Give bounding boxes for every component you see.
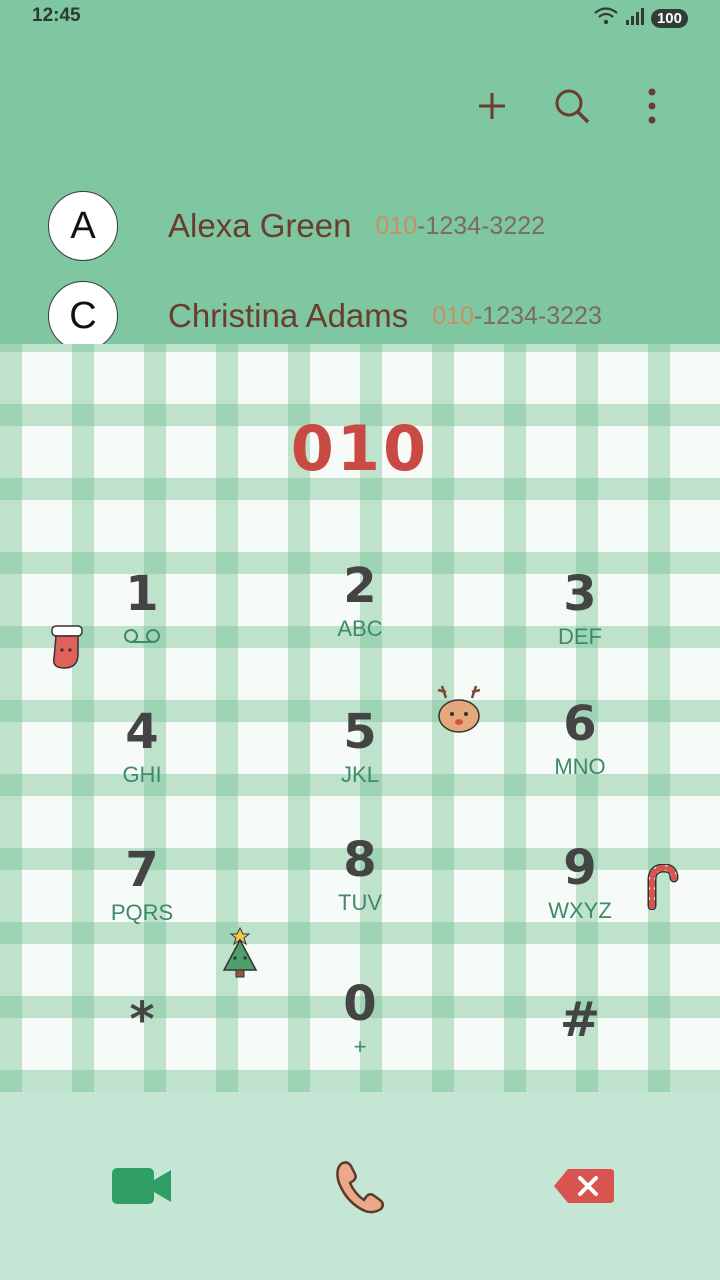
battery-indicator: 100	[650, 9, 688, 28]
key-0[interactable]: 0 +	[260, 976, 460, 1086]
number-rest: -1234-3222	[417, 211, 546, 240]
key-digit: 6	[563, 696, 597, 752]
key-letters: JKL	[341, 762, 379, 787]
key-digit: 0	[343, 976, 377, 1032]
contact-number: 010-1234-3222	[375, 212, 545, 241]
plus-icon[interactable]	[470, 84, 514, 128]
key-hash[interactable]: #	[480, 992, 680, 1092]
status-bar: 12:45 100	[0, 0, 720, 34]
contact-suggestion[interactable]: A Alexa Green 010-1234-3222	[48, 190, 545, 262]
key-8[interactable]: 8 TUV	[260, 832, 460, 942]
key-letters: PQRS	[110, 900, 174, 925]
dialed-number: 010	[290, 412, 430, 485]
contact-suggestion[interactable]: C Christina Adams 010-1234-3223	[48, 280, 602, 352]
key-digit: 5	[343, 704, 377, 760]
contact-name: Christina Adams	[168, 297, 409, 334]
contact-name: Alexa Green	[168, 207, 352, 244]
stocking-sticker-icon	[46, 624, 90, 677]
signal-icon	[625, 6, 645, 31]
key-digit: 9	[563, 840, 597, 896]
key-digit: 8	[343, 832, 377, 888]
key-digit: *	[129, 992, 155, 1048]
key-letters: +	[353, 1034, 367, 1059]
christmas-tree-sticker-icon	[216, 926, 264, 985]
key-digit: #	[559, 992, 601, 1048]
key-3[interactable]: 3 DEF	[480, 566, 680, 676]
contact-number: 010-1234-3223	[432, 302, 602, 331]
key-7[interactable]: 7 PQRS	[42, 842, 242, 952]
key-letters: DEF	[558, 624, 602, 649]
wifi-icon	[593, 6, 619, 31]
candy-cane-sticker-icon	[640, 863, 680, 915]
more-vertical-icon[interactable]	[630, 84, 674, 128]
call-action-bar	[0, 1092, 720, 1280]
key-digit: 4	[125, 704, 159, 760]
video-camera-icon	[112, 1168, 171, 1204]
key-letters: WXYZ	[548, 898, 612, 923]
number-match: 010	[432, 301, 474, 330]
key-letters: MNO	[554, 754, 606, 779]
status-time: 12:45	[32, 5, 81, 26]
backspace-icon	[554, 1169, 614, 1203]
key-4[interactable]: 4 GHI	[42, 704, 242, 814]
avatar: A	[48, 191, 118, 261]
delete-button[interactable]	[544, 1156, 624, 1216]
reindeer-sticker-icon	[434, 684, 484, 741]
key-star[interactable]: *	[42, 992, 242, 1092]
key-digit: 1	[125, 566, 159, 622]
key-2[interactable]: 2 ABC	[260, 558, 460, 668]
search-icon[interactable]	[550, 84, 594, 128]
header-area: 12:45 100 A Alexa Green 010-1234-3222 C …	[0, 0, 720, 351]
key-digit: 2	[343, 558, 377, 614]
key-letters: ABC	[337, 616, 383, 641]
dialpad: 010 1 2 ABC 3 DEF 4 GHI 5 JKL 6 MNO 7 PQ…	[0, 344, 720, 1092]
key-5[interactable]: 5 JKL	[260, 704, 460, 814]
number-rest: -1234-3223	[473, 301, 602, 330]
number-match: 010	[375, 211, 418, 240]
key-6[interactable]: 6 MNO	[480, 696, 680, 806]
key-digit: 7	[125, 842, 159, 898]
avatar: C	[48, 281, 118, 351]
key-letters: TUV	[338, 890, 382, 915]
key-letters: GHI	[122, 762, 162, 787]
key-digit: 3	[563, 566, 597, 622]
call-button[interactable]	[320, 1156, 400, 1216]
phone-icon	[336, 1161, 384, 1214]
voicemail-icon	[123, 628, 161, 649]
video-call-button[interactable]	[102, 1156, 182, 1216]
